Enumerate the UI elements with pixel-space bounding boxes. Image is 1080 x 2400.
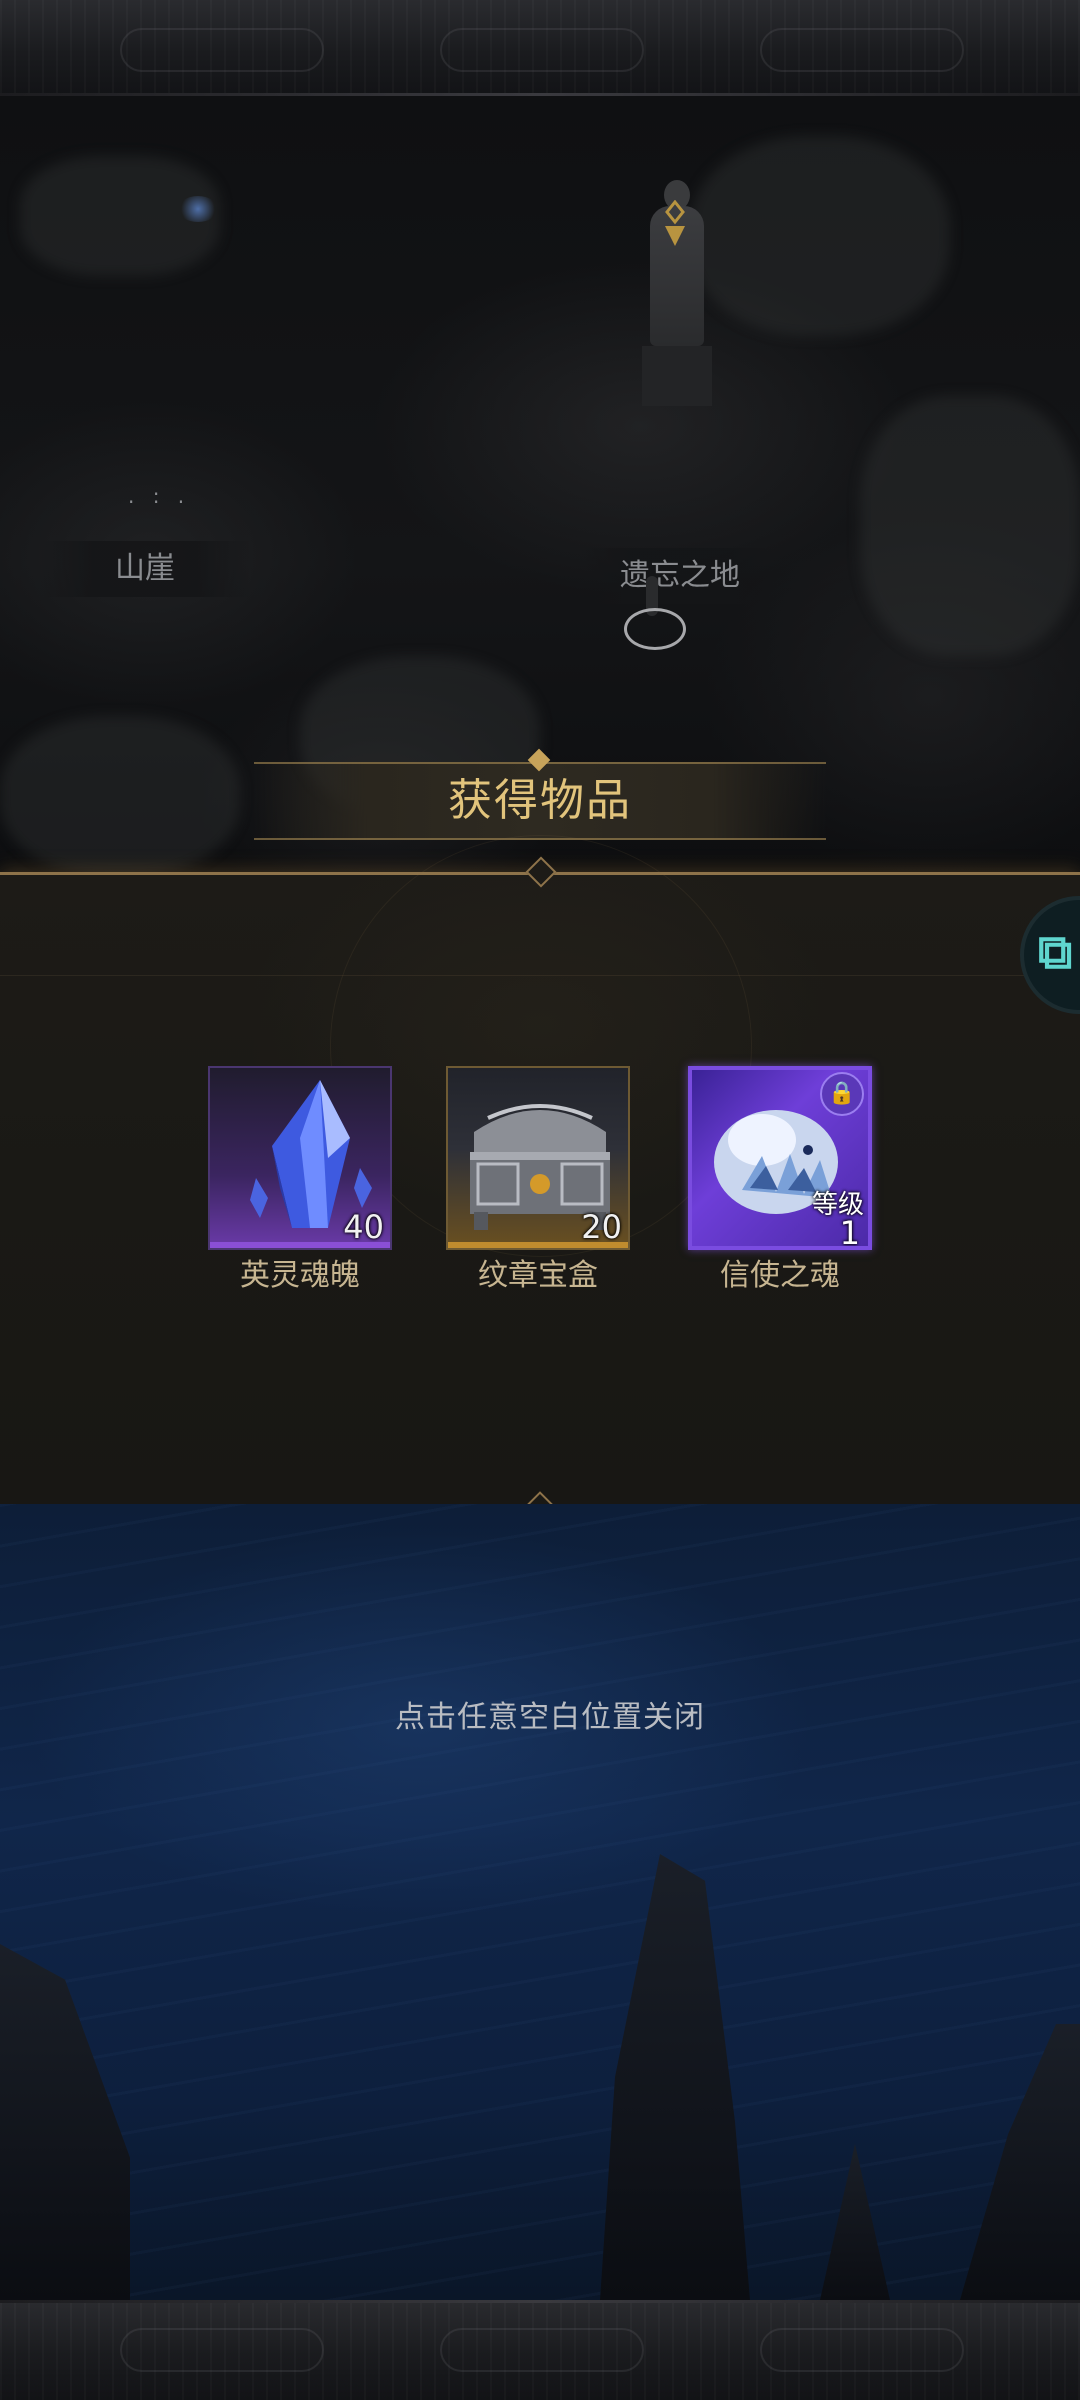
dots-icon: . : . bbox=[128, 484, 191, 508]
item-frame[interactable]: 🔒 等级 1 bbox=[688, 1066, 872, 1250]
level-value: 1 bbox=[839, 1214, 860, 1250]
panel-divider bbox=[0, 975, 1080, 976]
game-screen[interactable]: . : . 山崖 遗忘之地 获得物品 40 英灵魂魄 20 纹章宝盒 🔒 等级 … bbox=[0, 0, 1080, 2400]
rock-decoration bbox=[690, 136, 950, 336]
statue-base bbox=[642, 346, 712, 406]
frame-ornament bbox=[760, 2328, 964, 2372]
frame-ornament bbox=[120, 2328, 324, 2372]
bottom-frame bbox=[0, 2300, 1080, 2400]
sea-rock-decoration bbox=[0, 1944, 130, 2300]
lock-badge-icon: 🔒 bbox=[820, 1072, 864, 1116]
frame-ornament bbox=[440, 28, 644, 72]
sea-background[interactable] bbox=[0, 1504, 1080, 2300]
item-count: 40 bbox=[343, 1208, 384, 1246]
sea-rock-decoration bbox=[600, 1854, 750, 2300]
sea-rock-decoration bbox=[960, 2024, 1080, 2300]
map-label-cliff[interactable]: 山崖 bbox=[40, 541, 250, 597]
item-frame[interactable]: 40 bbox=[208, 1066, 392, 1250]
location-ring-icon[interactable] bbox=[624, 608, 686, 650]
frame-ornament bbox=[440, 2328, 644, 2372]
reward-item[interactable]: 20 纹章宝盒 bbox=[446, 1066, 630, 1296]
item-frame[interactable]: 20 bbox=[446, 1066, 630, 1250]
top-frame bbox=[0, 0, 1080, 96]
rock-decoration bbox=[860, 396, 1080, 656]
map-label-relic-land[interactable]: 遗忘之地 bbox=[580, 548, 780, 604]
sea-rock-decoration bbox=[820, 2144, 890, 2300]
item-name: 纹章宝盒 bbox=[478, 1258, 598, 1293]
item-name: 英灵魂魄 bbox=[240, 1258, 360, 1293]
blue-crystal-icon bbox=[178, 196, 218, 222]
dialog-title: 获得物品 bbox=[448, 775, 632, 826]
waypoint-marker-icon[interactable] bbox=[661, 199, 689, 250]
close-hint: 点击任意空白位置关闭 bbox=[395, 1700, 705, 1735]
item-name: 信使之魂 bbox=[720, 1258, 840, 1293]
assistant-icon: ⧉ bbox=[1038, 924, 1073, 980]
dialog-title-banner: 获得物品 bbox=[254, 762, 826, 840]
reward-item[interactable]: 40 英灵魂魄 bbox=[208, 1066, 392, 1296]
item-count: 20 bbox=[581, 1208, 622, 1246]
frame-ornament bbox=[120, 28, 324, 72]
frame-ornament bbox=[760, 28, 964, 72]
rock-decoration bbox=[0, 716, 240, 876]
reward-item[interactable]: 🔒 等级 1 信使之魂 bbox=[688, 1066, 872, 1296]
